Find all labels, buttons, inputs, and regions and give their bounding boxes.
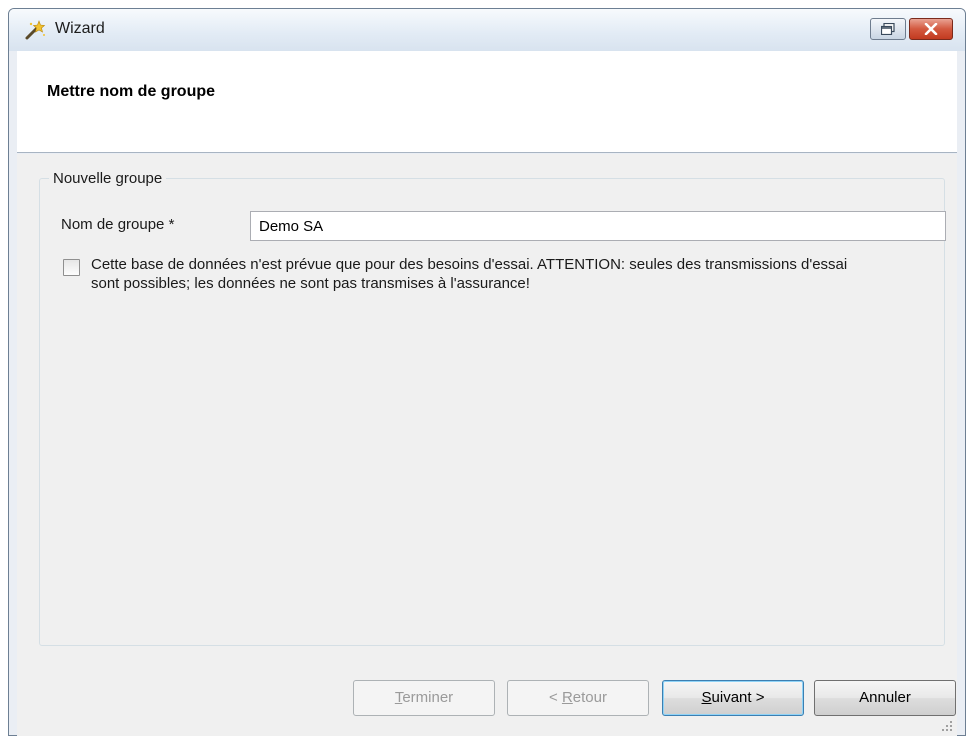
restore-icon [881, 23, 895, 35]
back-button-prefix: < [549, 689, 562, 706]
title-bar[interactable]: Wizard [9, 9, 965, 51]
next-button-rest: uivant > [711, 689, 765, 706]
back-button-rest: etour [572, 689, 607, 706]
next-button[interactable]: Suivant > [662, 680, 804, 716]
group-box [39, 178, 945, 646]
wizard-header: Mettre nom de groupe [17, 51, 957, 153]
close-icon [924, 23, 938, 35]
test-database-checkbox[interactable] [63, 259, 80, 276]
group-name-label: Nom de groupe * [61, 216, 175, 233]
restore-button[interactable] [870, 18, 906, 40]
back-button[interactable]: < Retour [507, 680, 649, 716]
resize-grip-icon[interactable] [941, 720, 953, 732]
finish-button-rest: erminer [402, 689, 454, 706]
finish-button[interactable]: Terminer [353, 680, 495, 716]
page-title: Mettre nom de groupe [47, 83, 216, 100]
back-button-accel: R [561, 689, 573, 706]
wizard-content: Nouvelle groupe Nom de groupe * Cette ba… [17, 154, 957, 736]
wizard-wand-icon [25, 20, 46, 40]
window-title: Wizard [55, 20, 105, 37]
test-database-checkbox-label[interactable]: Cette base de données n'est prévue que p… [91, 255, 871, 293]
group-name-input[interactable] [250, 211, 946, 241]
cancel-button[interactable]: Annuler [814, 680, 956, 716]
close-button[interactable] [909, 18, 953, 40]
group-box-legend: Nouvelle groupe [49, 170, 167, 187]
next-button-accel: S [701, 689, 712, 706]
wizard-window: Wizard Mettre nom de groupe Nouvelle gro… [8, 8, 966, 736]
